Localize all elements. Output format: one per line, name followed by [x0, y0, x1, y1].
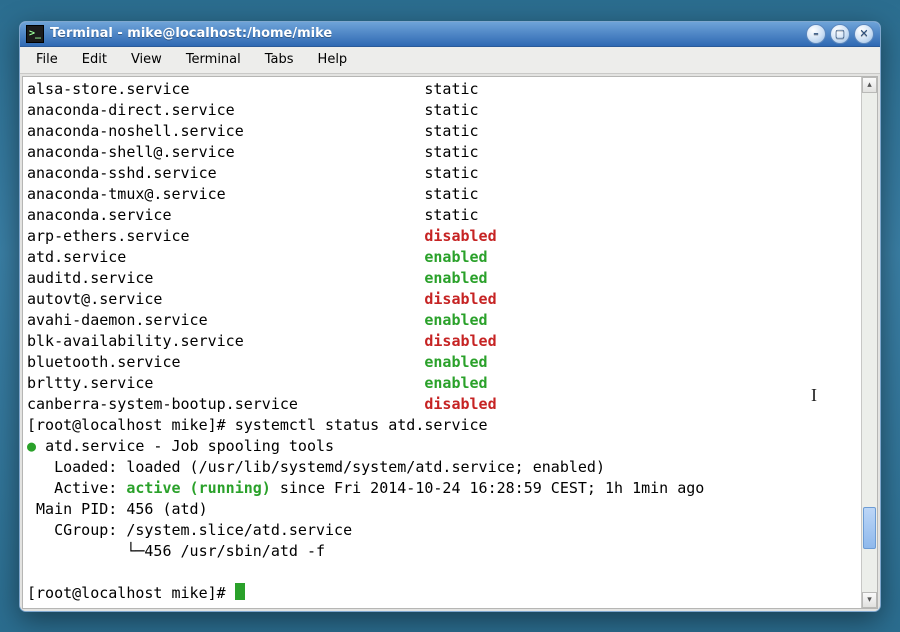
menu-file[interactable]: File: [26, 50, 68, 69]
menu-view[interactable]: View: [121, 50, 172, 69]
scroll-up-button[interactable]: ▴: [862, 77, 877, 93]
service-row: autovt@.service disabled: [27, 290, 497, 308]
service-state: static: [424, 205, 478, 226]
service-state: enabled: [424, 373, 487, 394]
service-row: auditd.service enabled: [27, 269, 488, 287]
terminal-output[interactable]: alsa-store.service static anaconda-direc…: [23, 77, 877, 608]
minimize-button[interactable]: –: [806, 24, 826, 44]
service-row: alsa-store.service static: [27, 80, 479, 98]
command-text: systemctl status atd.service: [235, 416, 488, 434]
service-state: static: [424, 184, 478, 205]
status-dot-icon: ●: [27, 437, 36, 455]
menu-terminal[interactable]: Terminal: [176, 50, 251, 69]
service-row: atd.service enabled: [27, 248, 488, 266]
service-row: brltty.service enabled: [27, 374, 488, 392]
service-row: anaconda-shell@.service static: [27, 143, 479, 161]
service-state: enabled: [424, 247, 487, 268]
terminal-app-icon: >_: [26, 25, 44, 43]
service-state: static: [424, 100, 478, 121]
close-button[interactable]: ✕: [854, 24, 874, 44]
service-state: enabled: [424, 310, 487, 331]
maximize-button[interactable]: ▢: [830, 24, 850, 44]
service-state: enabled: [424, 352, 487, 373]
cgroup-line: CGroup: /system.slice/atd.service: [27, 521, 352, 539]
menu-tabs[interactable]: Tabs: [255, 50, 304, 69]
main-pid-line: Main PID: 456 (atd): [27, 500, 208, 518]
active-state: active (running): [126, 479, 271, 497]
loaded-line: Loaded: loaded (/usr/lib/systemd/system/…: [27, 458, 605, 476]
window-title: Terminal - mike@localhost:/home/mike: [50, 26, 332, 41]
prompt: [root@localhost mike]#: [27, 584, 235, 602]
menu-help[interactable]: Help: [308, 50, 358, 69]
service-state: static: [424, 79, 478, 100]
cgroup-child-line: └─456 /usr/sbin/atd -f: [27, 542, 325, 560]
block-cursor: [235, 583, 245, 600]
service-state: disabled: [424, 226, 496, 247]
unit-line: atd.service - Job spooling tools: [45, 437, 334, 455]
service-state: static: [424, 163, 478, 184]
service-row: anaconda-sshd.service static: [27, 164, 479, 182]
service-row: anaconda.service static: [27, 206, 479, 224]
menubar: FileEditViewTerminalTabsHelp: [20, 47, 880, 74]
service-state: enabled: [424, 268, 487, 289]
service-state: disabled: [424, 331, 496, 352]
service-row: anaconda-noshell.service static: [27, 122, 479, 140]
scrollbar[interactable]: ▴ ▾: [861, 77, 877, 608]
service-row: arp-ethers.service disabled: [27, 227, 497, 245]
titlebar[interactable]: >_ Terminal - mike@localhost:/home/mike …: [20, 22, 880, 47]
terminal-window: >_ Terminal - mike@localhost:/home/mike …: [19, 21, 881, 612]
service-state: disabled: [424, 289, 496, 310]
service-row: anaconda-direct.service static: [27, 101, 479, 119]
scroll-down-button[interactable]: ▾: [862, 592, 877, 608]
service-state: disabled: [424, 394, 496, 415]
service-state: static: [424, 121, 478, 142]
menu-edit[interactable]: Edit: [72, 50, 117, 69]
service-row: bluetooth.service enabled: [27, 353, 488, 371]
service-row: blk-availability.service disabled: [27, 332, 497, 350]
active-line: Active: active (running) since Fri 2014-…: [27, 479, 704, 497]
scrollbar-thumb[interactable]: [863, 507, 876, 549]
service-row: canberra-system-bootup.service disabled: [27, 395, 497, 413]
service-row: avahi-daemon.service enabled: [27, 311, 488, 329]
service-row: anaconda-tmux@.service static: [27, 185, 479, 203]
service-state: static: [424, 142, 478, 163]
prompt: [root@localhost mike]#: [27, 416, 235, 434]
